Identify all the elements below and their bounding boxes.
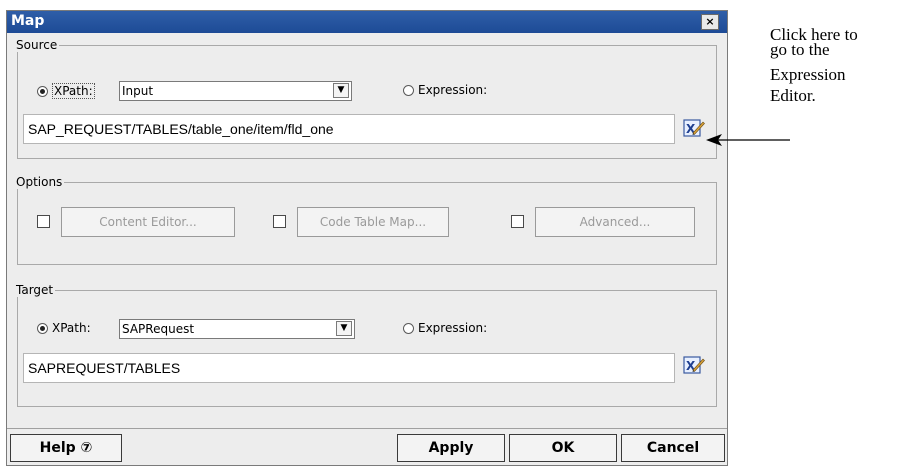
- annotation-arrow: [706, 134, 790, 146]
